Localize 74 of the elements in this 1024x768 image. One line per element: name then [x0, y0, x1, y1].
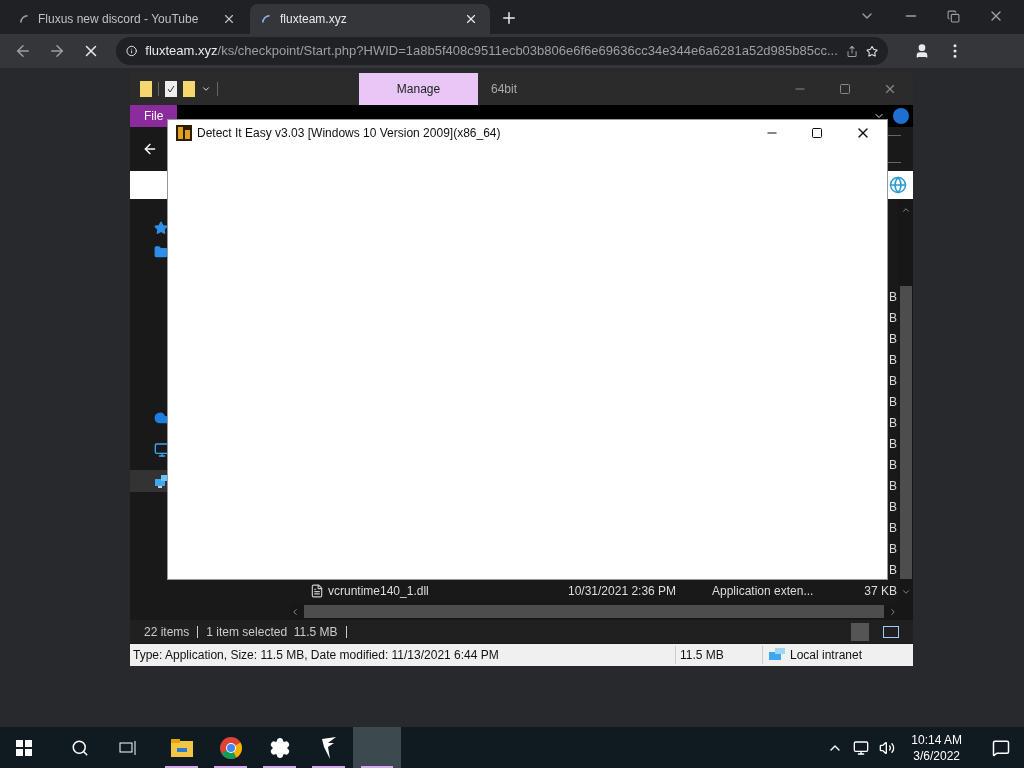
monitor-icon	[154, 442, 170, 458]
url-text: fluxteam.xyz/ks/checkpoint/Start.php?HWID=1a8b5f408c9511ecb03b806e6f6e69636cc34e344e6a6281a52d985b85cc...	[145, 42, 838, 61]
folder-icon	[154, 245, 168, 259]
file-size: B	[889, 351, 898, 369]
details-text: Type: Application, Size: 11.5 MB, Date modified: 11/13/2021 6:44 PM	[132, 647, 500, 664]
file-size: B	[889, 519, 898, 537]
address-bar[interactable]: fluxteam.xyz/ks/checkpoint/Start.php?HWID=1a8b5f408c9511ecb03b806e6f6e69636cc34e344e6a6281a52d985b85cc...	[116, 37, 888, 65]
properties-icon[interactable]	[165, 81, 177, 97]
new-tab-icon[interactable]	[500, 9, 518, 27]
total-size: 11.5 MB	[679, 647, 725, 664]
network-icon	[769, 648, 785, 662]
scroll-up-icon[interactable]	[900, 205, 911, 215]
task-view-icon[interactable]	[119, 739, 137, 756]
scroll-left-icon[interactable]	[290, 606, 300, 617]
clock-time: 10:14 AM	[911, 731, 962, 748]
profile-icon[interactable]	[914, 43, 930, 59]
help-icon[interactable]	[893, 108, 909, 124]
clock[interactable]: 10:14 AM 3/6/2022	[911, 731, 962, 764]
file-size: B	[889, 498, 898, 516]
network-icon[interactable]	[853, 739, 870, 756]
file-size: B	[889, 414, 898, 432]
file-size: B	[889, 288, 898, 306]
app-logo-icon	[176, 125, 192, 141]
loading-spinner-icon	[262, 15, 270, 23]
file-size: B	[889, 372, 898, 390]
file-size: B	[889, 435, 898, 453]
browser-tab[interactable]: Fluxus new discord - YouTube	[8, 4, 248, 34]
file-type: Application exten...	[712, 582, 814, 600]
context-tab[interactable]: Manage	[359, 73, 478, 105]
clock-date: 3/6/2022	[913, 747, 960, 764]
zone-label: Local intranet	[790, 647, 863, 664]
bookmark-star-icon[interactable]	[865, 43, 878, 59]
scroll-down-icon[interactable]	[900, 587, 911, 597]
share-icon[interactable]	[845, 43, 858, 59]
date-modified: 10/31/2021 2:36 PM	[568, 582, 678, 600]
file-icon	[310, 583, 324, 598]
file-size: B	[889, 561, 898, 579]
maximize-icon[interactable]	[811, 127, 823, 139]
file-size: B	[889, 477, 898, 495]
back-icon[interactable]	[142, 141, 158, 157]
loading-spinner-icon	[20, 15, 28, 23]
tab-title: fluxteam.xyz	[280, 11, 348, 28]
browser-tab[interactable]: fluxteam.xyz	[250, 4, 490, 34]
file-size: B	[889, 330, 898, 348]
file-size: 37 KB	[864, 582, 898, 600]
tab-title: Fluxus new discord - YouTube	[38, 11, 200, 28]
item-count: 22 items	[144, 623, 190, 641]
f-logo-icon	[319, 736, 338, 759]
browser-logo-icon	[219, 736, 242, 759]
notifications-icon[interactable]	[992, 738, 1010, 757]
star-icon	[154, 221, 168, 235]
window-title: 64bit	[491, 81, 518, 98]
selection-info: 1 item selected 11.5 MB	[206, 623, 338, 641]
file-size: B	[889, 309, 898, 327]
windows-logo-icon[interactable]	[16, 739, 32, 756]
volume-icon[interactable]	[879, 739, 896, 756]
window-title: Detect It Easy v3.03 [Windows 10 Version 2009](x86_64)	[197, 125, 501, 142]
forward-icon[interactable]	[48, 42, 66, 60]
info-icon	[126, 44, 138, 58]
file-size: B	[889, 540, 898, 558]
search-icon[interactable]	[71, 738, 89, 757]
file-name[interactable]: vcruntime140_1.dll	[328, 581, 568, 600]
dropdown-icon[interactable]	[201, 84, 211, 94]
file-size: B	[889, 456, 898, 474]
file-size: B	[889, 393, 898, 411]
tiles-view-icon[interactable]	[883, 625, 899, 638]
ribbon-tab[interactable]: File	[130, 105, 178, 127]
restore-icon[interactable]	[947, 9, 960, 23]
scroll-right-icon[interactable]	[888, 606, 898, 617]
close-icon[interactable]	[222, 12, 236, 26]
globe-icon	[889, 176, 907, 194]
close-icon[interactable]	[464, 12, 478, 26]
gear-icon	[268, 736, 291, 759]
folder-icon	[170, 738, 193, 757]
